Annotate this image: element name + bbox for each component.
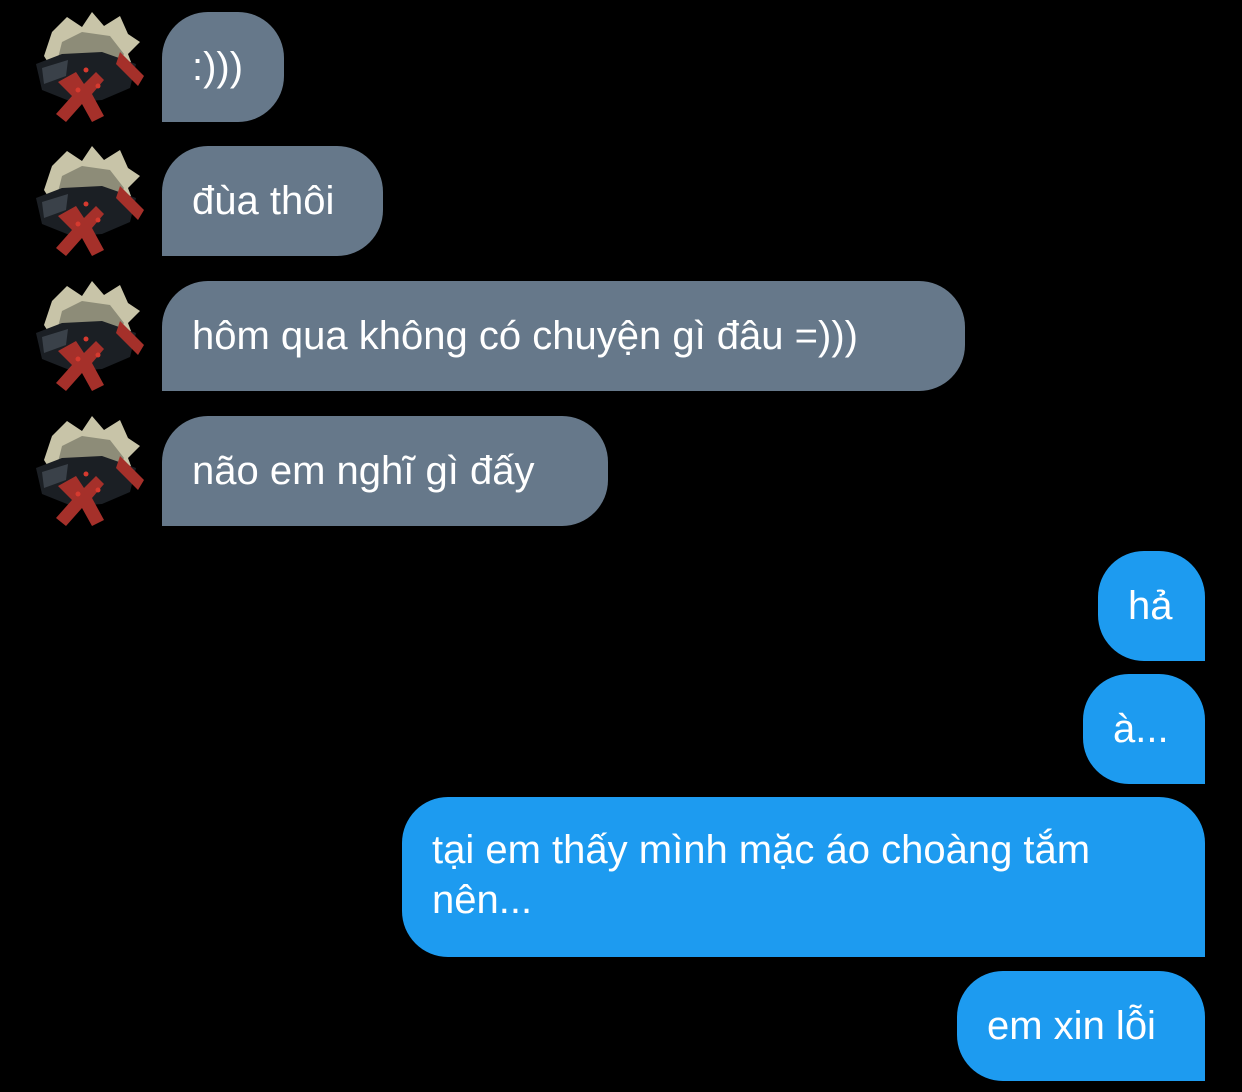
incoming-message-bubble[interactable]: :))) — [162, 12, 284, 122]
message-text: hả — [1128, 584, 1173, 628]
message-text: à... — [1113, 707, 1169, 751]
message-text: :))) — [192, 45, 244, 89]
avatar-icon[interactable] — [32, 12, 144, 124]
outgoing-message-bubble[interactable]: à... — [1083, 674, 1205, 784]
incoming-message-bubble[interactable]: hôm qua không có chuyện gì đâu =))) — [162, 281, 965, 391]
message-text: não em nghĩ gì đấy — [192, 449, 535, 493]
avatar-icon[interactable] — [32, 416, 144, 528]
outgoing-message-bubble[interactable]: tại em thấy mình mặc áo choàng tắm nên..… — [402, 797, 1205, 957]
message-text: tại em thấy mình mặc áo choàng tắm nên..… — [432, 828, 1091, 922]
outgoing-message-bubble[interactable]: hả — [1098, 551, 1205, 661]
incoming-message-bubble[interactable]: đùa thôi — [162, 146, 383, 256]
outgoing-message-bubble[interactable]: em xin lỗi — [957, 971, 1205, 1081]
avatar-icon[interactable] — [32, 146, 144, 258]
incoming-message-bubble[interactable]: não em nghĩ gì đấy — [162, 416, 608, 526]
message-text: đùa thôi — [192, 179, 335, 223]
avatar-icon[interactable] — [32, 281, 144, 393]
message-text: hôm qua không có chuyện gì đâu =))) — [192, 314, 858, 358]
message-text: em xin lỗi — [987, 1004, 1156, 1048]
